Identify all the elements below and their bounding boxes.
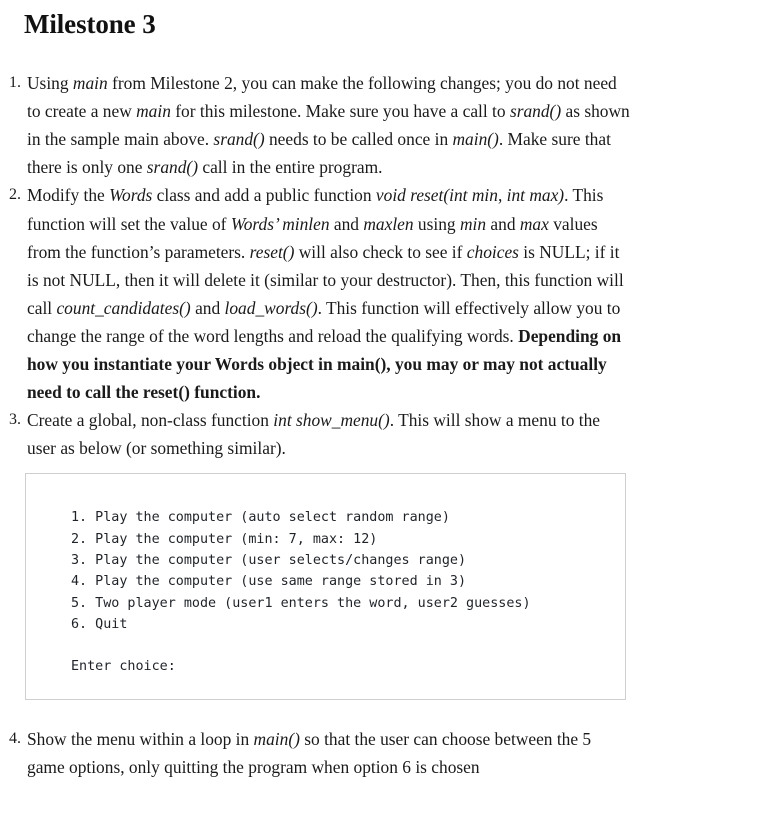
emphasis-text: reset()	[249, 241, 295, 262]
emphasis-text: maxlen	[363, 213, 414, 234]
code-block-text: 1. Play the computer (auto select random…	[71, 510, 531, 675]
list-item-text: Using main from Milestone 2, you can mak…	[27, 69, 761, 181]
plain-text: using	[413, 213, 460, 234]
emphasis-text: Words	[109, 185, 153, 206]
emphasis-text: min	[459, 213, 487, 234]
sample-menu-code-block: 1. Play the computer (auto select random…	[25, 473, 626, 701]
emphasis-text: choices	[466, 241, 519, 262]
emphasis-text: int show_menu()	[273, 410, 390, 431]
list-item: 4. Show the menu within a loop in main()…	[0, 725, 761, 781]
plain-text: for this milestone. Make sure you have a…	[170, 101, 510, 122]
plain-text: will also check to see if	[294, 241, 467, 262]
plain-text: and	[486, 213, 520, 234]
emphasis-text: main	[136, 101, 171, 122]
task-list: 1. Using main from Milestone 2, you can …	[0, 69, 761, 462]
list-marker: 4.	[9, 730, 21, 748]
list-item: 3. Create a global, non-class function i…	[0, 406, 761, 462]
plain-text: and	[190, 297, 225, 318]
list-item-text: Modify the Words class and add a public …	[27, 181, 761, 406]
plain-text: class and add a public function	[152, 185, 376, 206]
emphasis-text: count_candidates()	[56, 297, 191, 318]
emphasis-text: main()	[452, 129, 499, 150]
list-marker: 3.	[9, 411, 21, 429]
list-item-text: Show the menu within a loop in main() so…	[27, 725, 761, 781]
plain-text: Using	[27, 73, 73, 94]
emphasis-text: Words’ minlen	[230, 213, 330, 234]
emphasis-text: max	[519, 213, 549, 234]
plain-text: call in the entire program.	[198, 157, 383, 178]
plain-text: Modify the	[27, 185, 110, 206]
list-marker: 1.	[9, 74, 21, 92]
plain-text: Create a global, non-class function	[27, 410, 274, 431]
emphasis-text: srand()	[146, 157, 198, 178]
list-item: 1. Using main from Milestone 2, you can …	[0, 69, 761, 181]
page-title: Milestone 3	[24, 9, 156, 39]
emphasis-text: main()	[253, 729, 300, 750]
emphasis-text: void reset(int min, int max)	[375, 185, 565, 206]
emphasis-text: srand()	[509, 101, 562, 122]
list-item: 2. Modify the Words class and add a publ…	[0, 181, 761, 406]
document-page: Milestone 3 1. Using main from Milestone…	[0, 0, 761, 835]
list-marker: 2.	[9, 186, 21, 204]
list-item-text: Create a global, non-class function int …	[27, 406, 761, 462]
plain-text: and	[329, 213, 364, 234]
emphasis-text: load_words()	[224, 297, 318, 318]
emphasis-text: main	[72, 73, 108, 94]
emphasis-text: srand()	[213, 129, 265, 150]
task-list-continued: 4. Show the menu within a loop in main()…	[0, 725, 761, 781]
plain-text: Show the menu within a loop in	[27, 729, 254, 750]
plain-text: needs to be called once in	[264, 129, 453, 150]
